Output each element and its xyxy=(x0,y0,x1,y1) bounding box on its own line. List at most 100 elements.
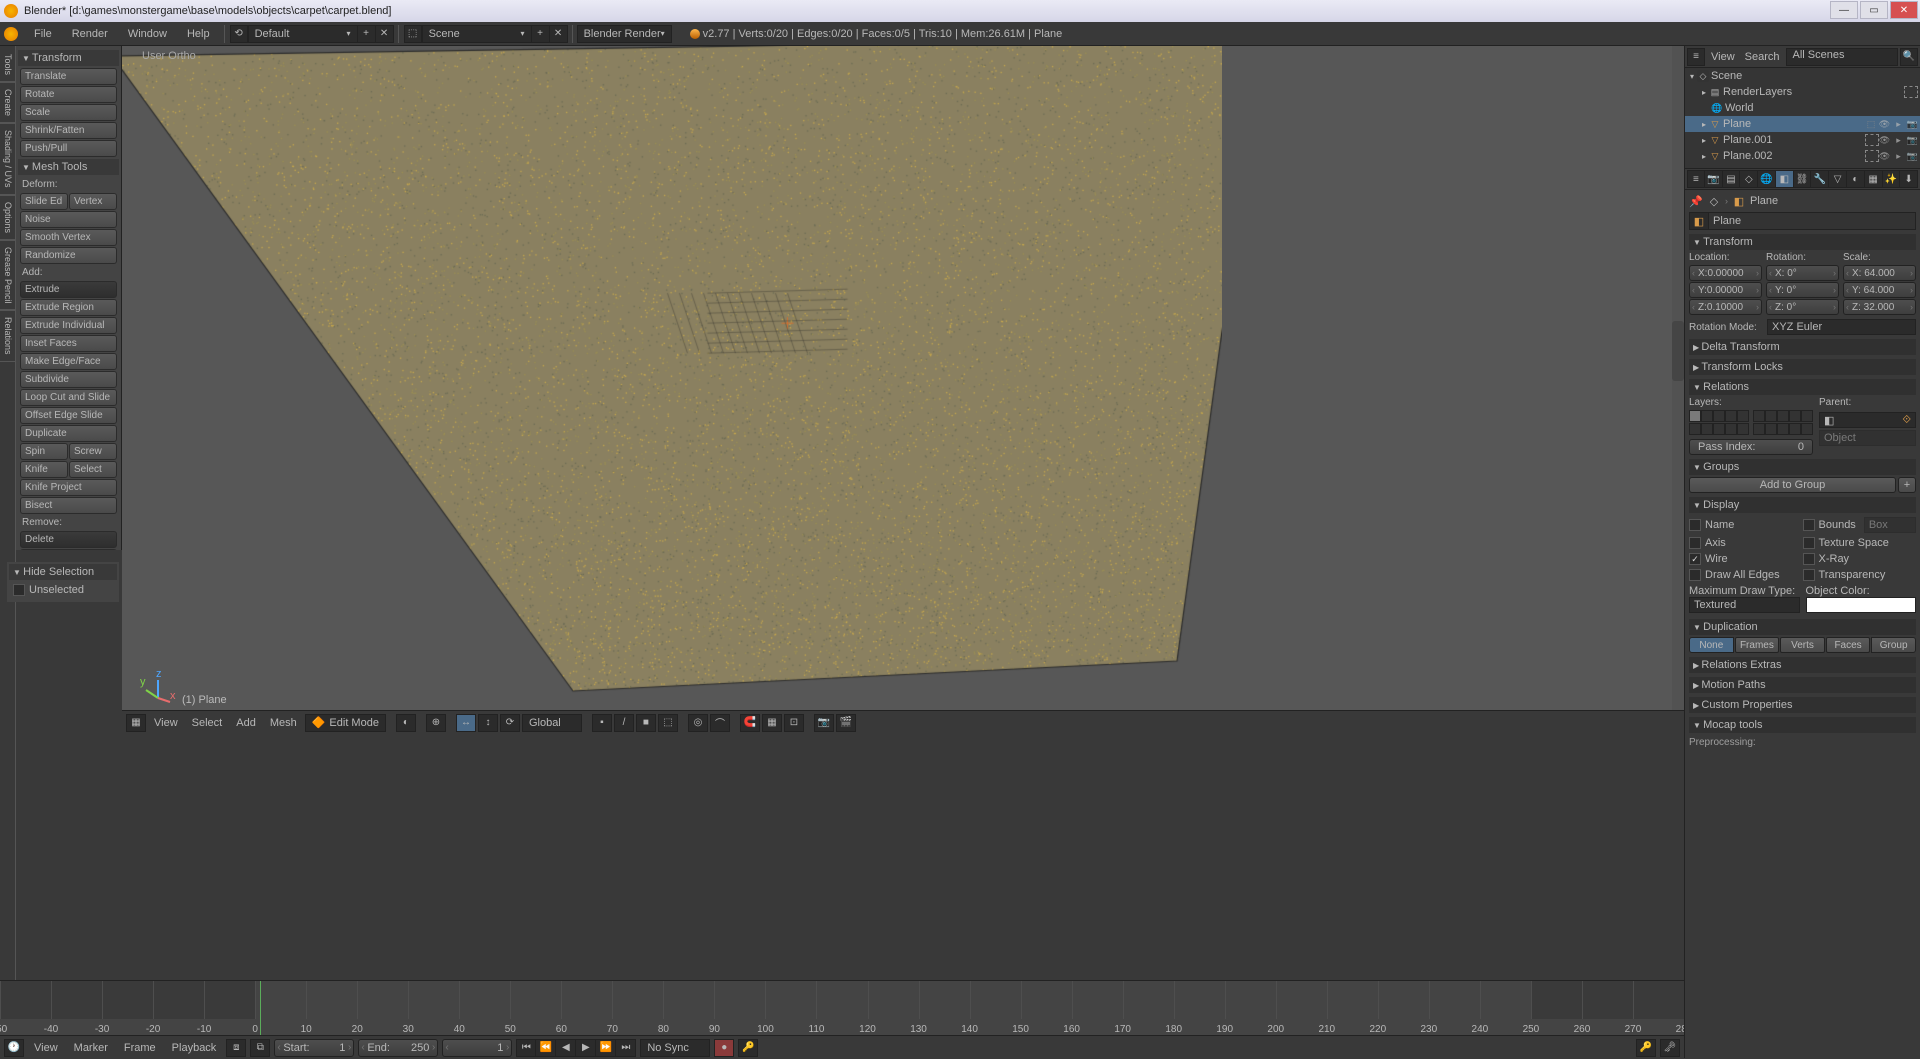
vtab-grease-pencil[interactable]: Grease Pencil xyxy=(0,240,15,311)
minimize-button[interactable]: — xyxy=(1830,1,1858,19)
object-name-field[interactable]: Plane xyxy=(1709,212,1916,230)
proportional-falloff-button[interactable]: ⌒ xyxy=(710,714,730,732)
scale-y[interactable]: Y: 64.000 xyxy=(1843,282,1916,298)
section-groups[interactable]: Groups xyxy=(1689,459,1916,475)
section-relations-extras[interactable]: Relations Extras xyxy=(1689,657,1916,673)
snap-toggle[interactable]: 🧲 xyxy=(740,714,760,732)
delete-scene-button[interactable]: ✕ xyxy=(550,25,568,43)
object-color-field[interactable] xyxy=(1806,597,1917,613)
outliner-tree[interactable]: ▾◇Scene ▸▤RenderLayers 🌐World ▸▽Plane⬚👁▸… xyxy=(1685,68,1920,168)
proportional-edit-button[interactable]: ◎ xyxy=(688,714,708,732)
keying-set-button[interactable]: 🔑 xyxy=(738,1039,758,1057)
vp-menu-view[interactable]: View xyxy=(148,714,184,732)
vp-menu-select[interactable]: Select xyxy=(186,714,229,732)
section-motion-paths[interactable]: Motion Paths xyxy=(1689,677,1916,693)
section-duplication[interactable]: Duplication xyxy=(1689,619,1916,635)
outliner-renderlayers[interactable]: RenderLayers xyxy=(1723,86,1900,98)
layers-grid[interactable] xyxy=(1689,410,1813,435)
vtab-create[interactable]: Create xyxy=(0,82,15,123)
cb-name[interactable] xyxy=(1689,519,1701,531)
section-transform-locks[interactable]: Transform Locks xyxy=(1689,359,1916,375)
outliner-world[interactable]: World xyxy=(1725,102,1918,114)
cb-wire[interactable] xyxy=(1689,553,1701,565)
add-scene-button[interactable]: + xyxy=(532,25,550,43)
menu-window[interactable]: Window xyxy=(118,22,177,45)
selectable-icon[interactable]: ▸ xyxy=(1893,151,1904,162)
keying-set-add[interactable]: 🔑 xyxy=(1636,1039,1656,1057)
btn-randomize[interactable]: Randomize xyxy=(20,247,117,264)
btn-scale[interactable]: Scale xyxy=(20,104,117,121)
tab-world[interactable]: 🌐 xyxy=(1758,170,1776,188)
renderable-icon[interactable]: 📷 xyxy=(1907,119,1918,130)
viewport-scrollbar[interactable] xyxy=(1672,46,1684,734)
btn-subdivide[interactable]: Subdivide xyxy=(20,371,117,388)
btn-merge[interactable]: Merge xyxy=(20,549,117,550)
snap-target-button[interactable]: ⊡ xyxy=(784,714,804,732)
btn-duplicate[interactable]: Duplicate xyxy=(20,425,117,442)
section-delta-transform[interactable]: Delta Transform xyxy=(1689,339,1916,355)
location-y[interactable]: Y:0.00000 xyxy=(1689,282,1762,298)
outliner-plane001[interactable]: Plane.001 xyxy=(1723,134,1861,146)
dup-verts[interactable]: Verts xyxy=(1780,637,1825,653)
location-x[interactable]: X:0.00000 xyxy=(1689,265,1762,281)
delete-layout-button[interactable]: ✕ xyxy=(376,25,394,43)
section-mocap-tools[interactable]: Mocap tools xyxy=(1689,717,1916,733)
tab-render[interactable]: 📷 xyxy=(1705,170,1723,188)
checkbox-unselected[interactable] xyxy=(13,584,25,596)
renderable-icon[interactable]: 📷 xyxy=(1907,151,1918,162)
btn-rotate[interactable]: Rotate xyxy=(20,86,117,103)
select-mode-edge[interactable]: / xyxy=(614,714,634,732)
tab-material[interactable]: ◐ xyxy=(1847,170,1865,188)
select-mode-vertex[interactable]: ▪ xyxy=(592,714,612,732)
btn-noise[interactable]: Noise xyxy=(20,211,117,228)
tab-modifiers[interactable]: 🔧 xyxy=(1811,170,1829,188)
shading-mode-button[interactable]: ◐ xyxy=(396,714,416,732)
section-transform[interactable]: Transform xyxy=(1689,234,1916,250)
vtab-shading-uvs[interactable]: Shading / UVs xyxy=(0,123,15,195)
vp-menu-mesh[interactable]: Mesh xyxy=(264,714,303,732)
btn-bisect[interactable]: Bisect xyxy=(20,497,117,514)
btn-add-to-group[interactable]: Add to Group xyxy=(1689,477,1896,493)
snap-element-button[interactable]: ▦ xyxy=(762,714,782,732)
btn-extrude-region[interactable]: Extrude Region xyxy=(20,299,117,316)
btn-extrude-individual[interactable]: Extrude Individual xyxy=(20,317,117,334)
location-z[interactable]: Z:0.10000 xyxy=(1689,299,1762,315)
scene-dropdown[interactable]: Scene▾ xyxy=(422,25,532,43)
manipulator-toggle[interactable]: ↔ xyxy=(456,714,476,732)
btn-translate[interactable]: Translate xyxy=(20,68,117,85)
outliner-scene[interactable]: Scene xyxy=(1711,70,1918,82)
dup-faces[interactable]: Faces xyxy=(1826,637,1871,653)
btn-push-pull[interactable]: Push/Pull xyxy=(20,140,117,157)
tab-scene[interactable]: ◇ xyxy=(1740,170,1758,188)
panel-transform[interactable]: Transform xyxy=(18,50,119,66)
btn-smooth-vertex[interactable]: Smooth Vertex xyxy=(20,229,117,246)
renderable-icon[interactable]: 📷 xyxy=(1907,135,1918,146)
cb-xray[interactable] xyxy=(1803,553,1815,565)
tab-renderlayers[interactable]: ▤ xyxy=(1723,170,1741,188)
tl-menu-view[interactable]: View xyxy=(28,1039,64,1057)
btn-delete[interactable]: Delete xyxy=(20,531,117,548)
tab-particles[interactable]: ✨ xyxy=(1883,170,1901,188)
opengl-render-anim[interactable]: 🎬 xyxy=(836,714,856,732)
scene-browse-button[interactable]: ⬚ xyxy=(404,25,422,43)
section-custom-properties[interactable]: Custom Properties xyxy=(1689,697,1916,713)
btn-extrude[interactable]: Extrude xyxy=(20,281,117,298)
rotation-x[interactable]: X: 0° xyxy=(1766,265,1839,281)
vtab-options[interactable]: Options xyxy=(0,195,15,240)
manipulator-translate[interactable]: ↕ xyxy=(478,714,498,732)
jump-prev-keyframe[interactable]: ⏪ xyxy=(536,1039,556,1057)
close-button[interactable]: ✕ xyxy=(1890,1,1918,19)
section-relations[interactable]: Relations xyxy=(1689,379,1916,395)
btn-shrink-fatten[interactable]: Shrink/Fatten xyxy=(20,122,117,139)
select-mode-face[interactable]: ■ xyxy=(636,714,656,732)
manipulator-rotate[interactable]: ⟳ xyxy=(500,714,520,732)
tl-menu-playback[interactable]: Playback xyxy=(166,1039,223,1057)
outliner-search-icon[interactable]: 🔍 xyxy=(1900,48,1918,66)
editor-type-icon[interactable]: ▦ xyxy=(126,714,146,732)
btn-knife-project[interactable]: Knife Project xyxy=(20,479,117,496)
play-reverse[interactable]: ◀ xyxy=(556,1039,576,1057)
tl-menu-frame[interactable]: Frame xyxy=(118,1039,162,1057)
outliner-plane002[interactable]: Plane.002 xyxy=(1723,150,1861,162)
outliner-menu-view[interactable]: View xyxy=(1707,51,1739,63)
cb-texture-space[interactable] xyxy=(1803,537,1815,549)
